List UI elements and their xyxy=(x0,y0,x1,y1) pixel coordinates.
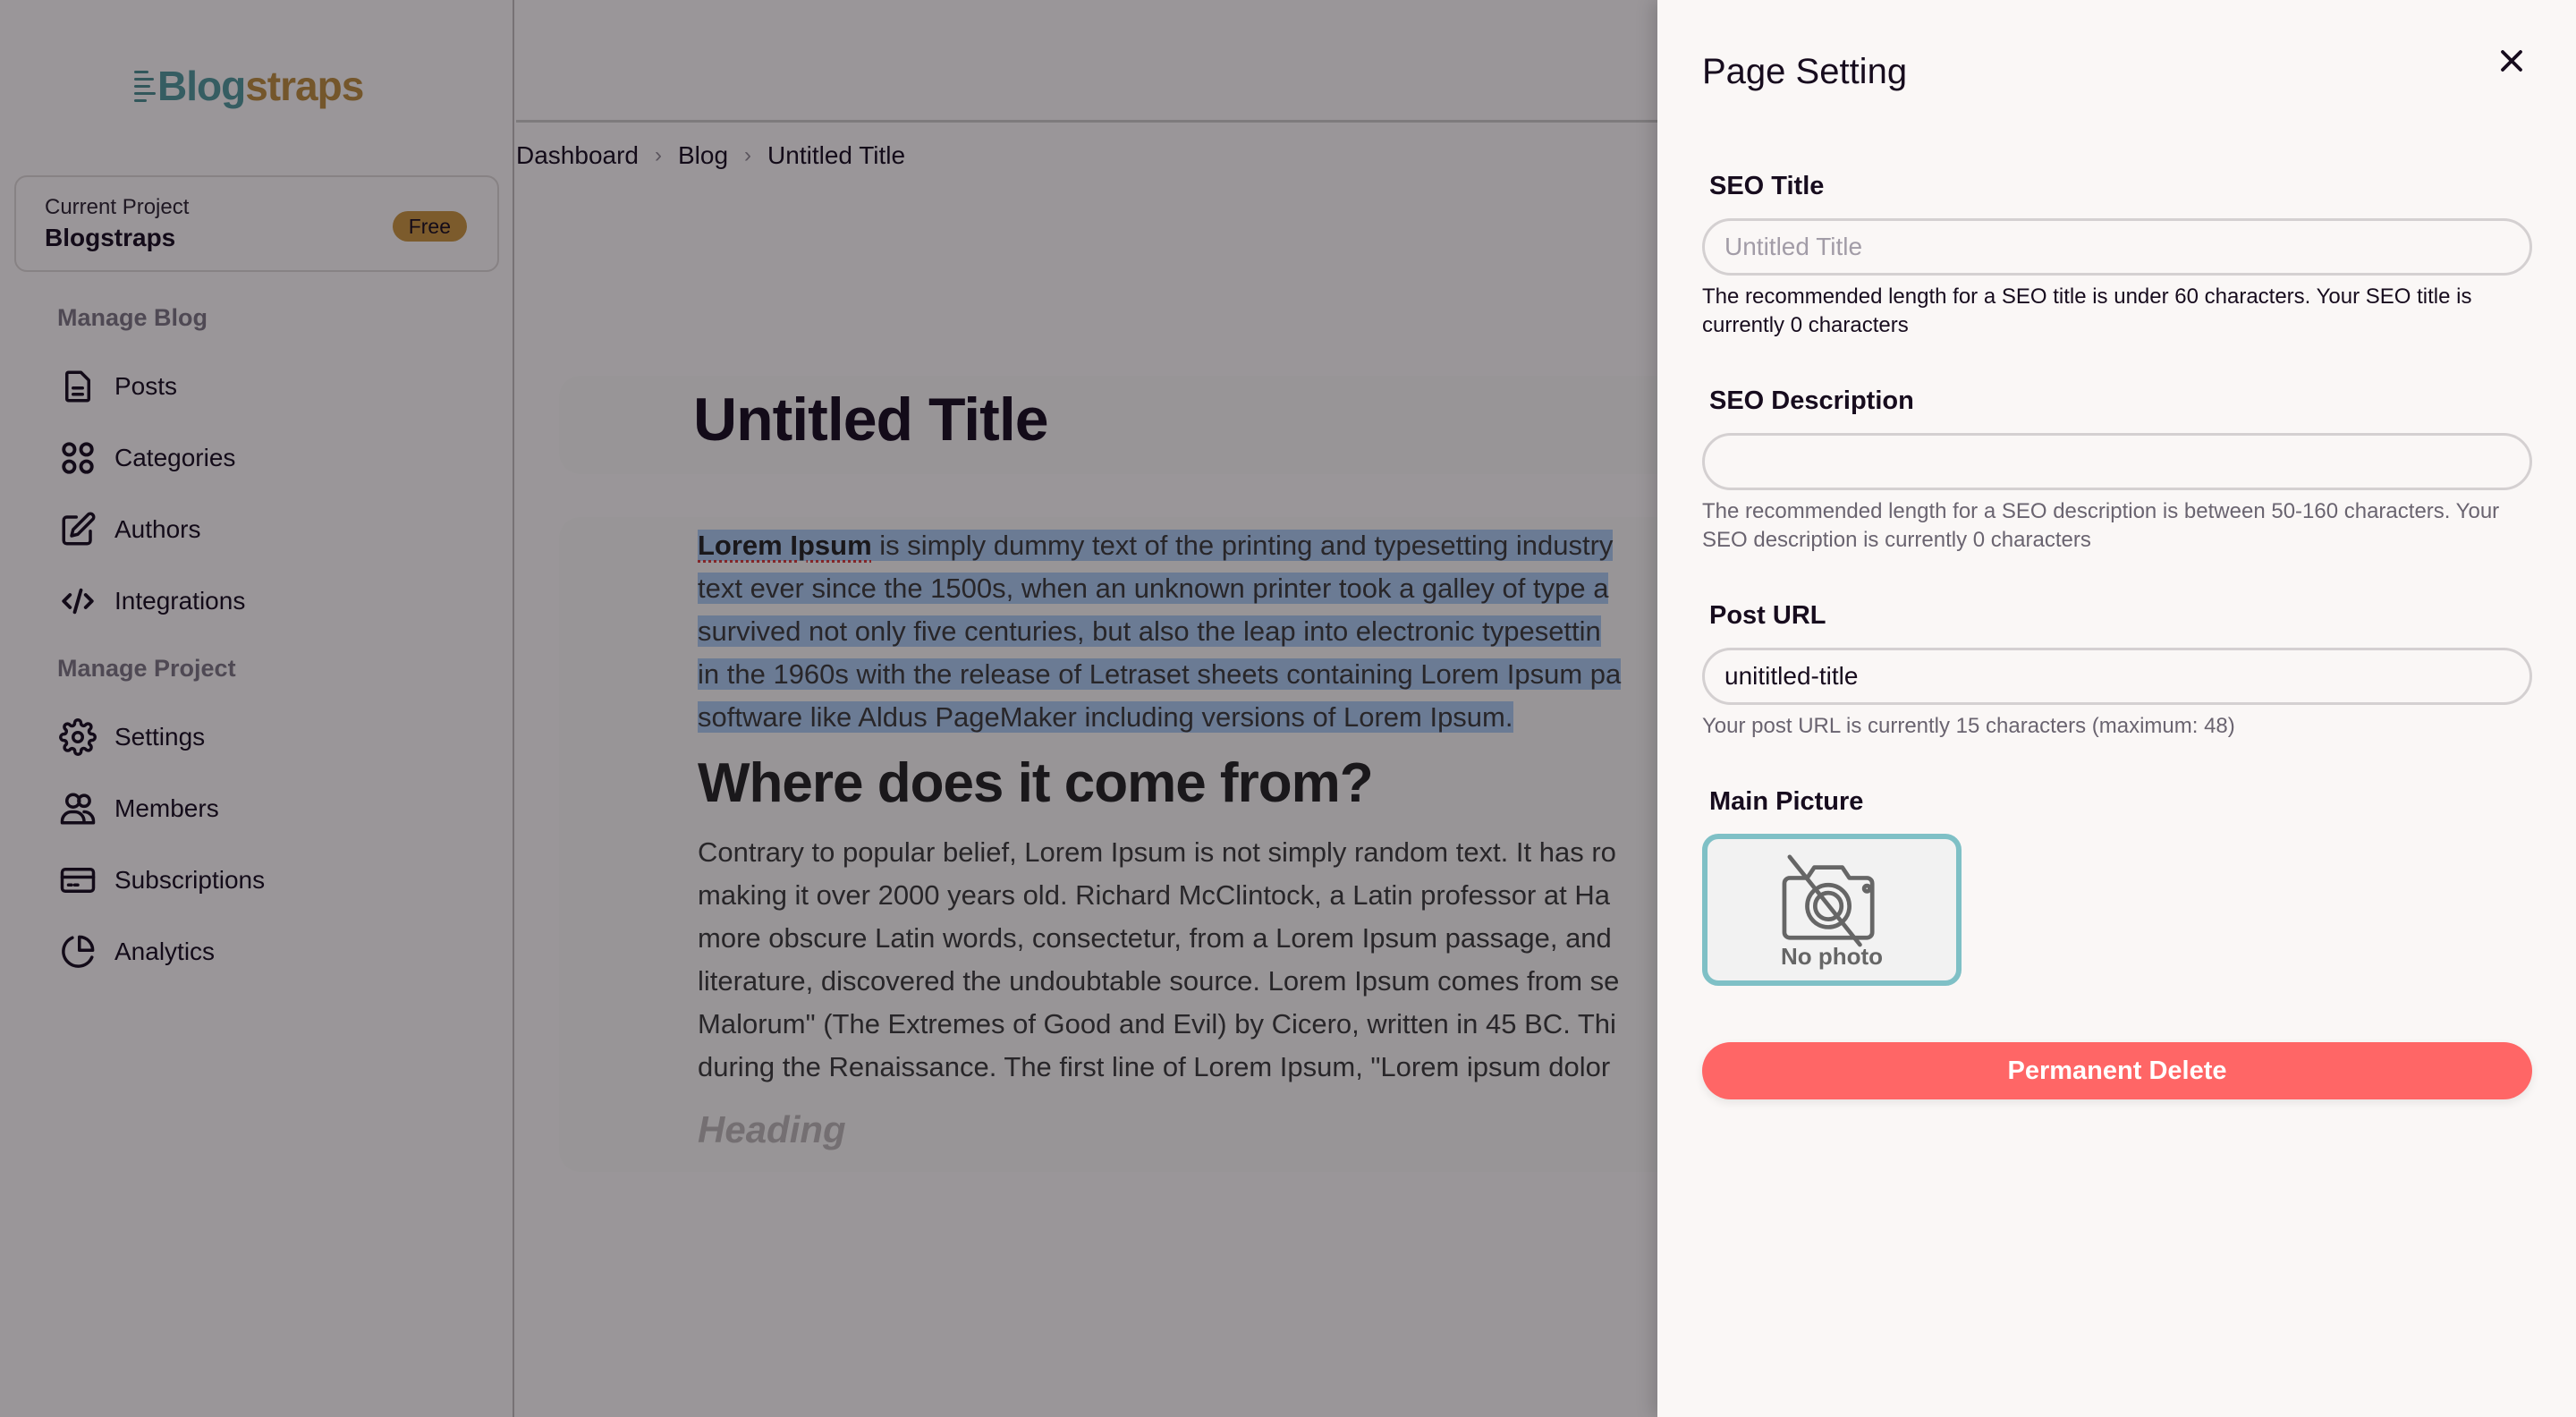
app-root: Blog straps Current Project Blogstraps Fr… xyxy=(0,0,2576,1417)
post-url-help: Your post URL is currently 15 characters… xyxy=(1702,714,2235,738)
page-setting-panel: Page Setting SEO Title The recommended l… xyxy=(1657,0,2576,1417)
seo-description-help: The recommended length for a SEO descrip… xyxy=(1702,499,2500,552)
permanent-delete-button[interactable]: Permanent Delete xyxy=(1702,1042,2532,1099)
post-url-label: Post URL xyxy=(1709,601,1826,630)
modal-backdrop[interactable] xyxy=(0,0,1657,1417)
panel-title: Page Setting xyxy=(1702,52,1908,91)
seo-description-label: SEO Description xyxy=(1709,386,1914,415)
seo-title-label: SEO Title xyxy=(1709,172,1825,200)
seo-title-help: The recommended length for a SEO title i… xyxy=(1702,284,2472,337)
post-url-input[interactable] xyxy=(1702,648,2532,705)
seo-title-input[interactable] xyxy=(1702,218,2532,276)
main-picture-label: Main Picture xyxy=(1709,787,1864,816)
no-photo-text: No photo xyxy=(1780,942,1884,970)
seo-description-input[interactable] xyxy=(1702,433,2532,490)
no-photo-camera-icon xyxy=(1782,854,1875,946)
main-picture-upload[interactable]: No photo xyxy=(1702,834,1962,986)
close-icon xyxy=(2501,50,2522,72)
close-button[interactable] xyxy=(2494,43,2529,79)
